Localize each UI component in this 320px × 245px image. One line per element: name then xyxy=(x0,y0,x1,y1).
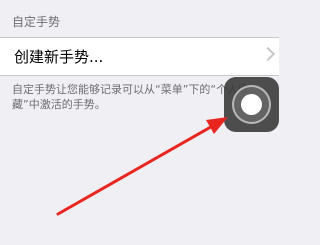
create-new-gesture-cell[interactable]: 创建新手势... xyxy=(0,37,279,76)
arrow-shaft xyxy=(56,122,218,216)
section-header: 自定手势 xyxy=(12,15,61,29)
assistive-touch-button[interactable] xyxy=(224,77,279,132)
assistive-touch-core-icon xyxy=(241,94,262,115)
create-new-gesture-label: 创建新手势... xyxy=(14,48,104,66)
chevron-right-icon xyxy=(260,46,276,62)
